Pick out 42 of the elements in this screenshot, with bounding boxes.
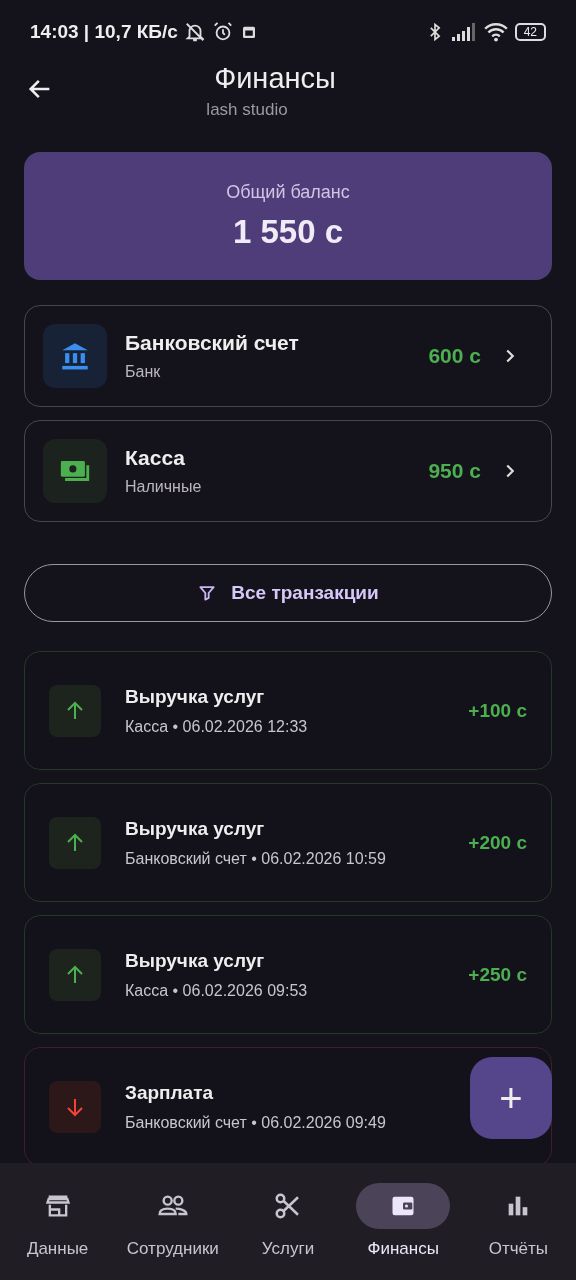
account-name: Касса	[125, 446, 187, 470]
transaction-amount: +250 с	[468, 963, 527, 986]
nav-item[interactable]: Данные	[0, 1183, 116, 1259]
transaction-details: Банковский счет • 06.02.2026 10:59	[125, 849, 386, 868]
transaction-details: Банковский счет • 06.02.2026 09:49	[125, 1113, 386, 1132]
nav-label: Данные	[26, 1239, 89, 1259]
page-title: Финансы	[214, 62, 336, 95]
account-card[interactable]: Банковский счет Банк 600 с	[24, 305, 552, 407]
transaction-details: Касса • 06.02.2026 12:33	[125, 717, 308, 736]
account-type: Банк	[125, 363, 162, 381]
muted-bell-icon	[183, 21, 206, 43]
nav-item[interactable]: Отчёты	[460, 1183, 576, 1259]
transaction-card[interactable]: Выручка услуг Касса • 06.02.2026 12:33 +100 с	[24, 651, 552, 770]
transaction-card[interactable]: Выручка услуг Банковский счет • 06.02.2026 10:59 +200 с	[24, 783, 552, 902]
nav-label: Услуги	[261, 1239, 315, 1259]
transaction-title: Зарплата	[125, 1081, 214, 1104]
nav-item[interactable]: Сотрудники	[115, 1183, 231, 1259]
wifi-icon	[482, 21, 509, 43]
transaction-amount: +200 с	[468, 831, 527, 854]
transaction-amount: +100 с	[468, 699, 527, 722]
battery-level: 42	[514, 23, 546, 41]
transaction-details: Касса • 06.02.2026 09:53	[125, 981, 308, 1000]
nav-label: Отчёты	[488, 1239, 549, 1259]
nav-item[interactable]: Услуги	[230, 1183, 346, 1259]
balance-label: Общий баланс	[226, 181, 350, 203]
nav-item[interactable]: Финансы	[345, 1183, 461, 1259]
add-button[interactable]: +	[470, 1057, 552, 1139]
account-card[interactable]: Касса Наличные 950 с	[24, 420, 552, 522]
signal-icon	[450, 22, 477, 42]
transaction-card[interactable]: Выручка услуг Касса • 06.02.2026 09:53 +250 с	[24, 915, 552, 1034]
transaction-title: Выручка услуг	[125, 685, 265, 708]
nav-label: Финансы	[367, 1239, 439, 1259]
page-subtitle: lash studio	[206, 100, 288, 120]
status-time: 14:03 | 10,7 КБ/с	[30, 21, 178, 43]
balance-amount: 1 550 с	[232, 212, 344, 251]
account-amount: 600 с	[428, 344, 481, 368]
account-name: Банковский счет	[125, 331, 300, 355]
nav-label: Сотрудники	[126, 1239, 219, 1259]
account-amount: 950 с	[428, 459, 481, 483]
transaction-title: Выручка услуг	[125, 817, 265, 840]
account-type: Наличные	[125, 478, 203, 496]
transaction-title: Выручка услуг	[125, 949, 265, 972]
